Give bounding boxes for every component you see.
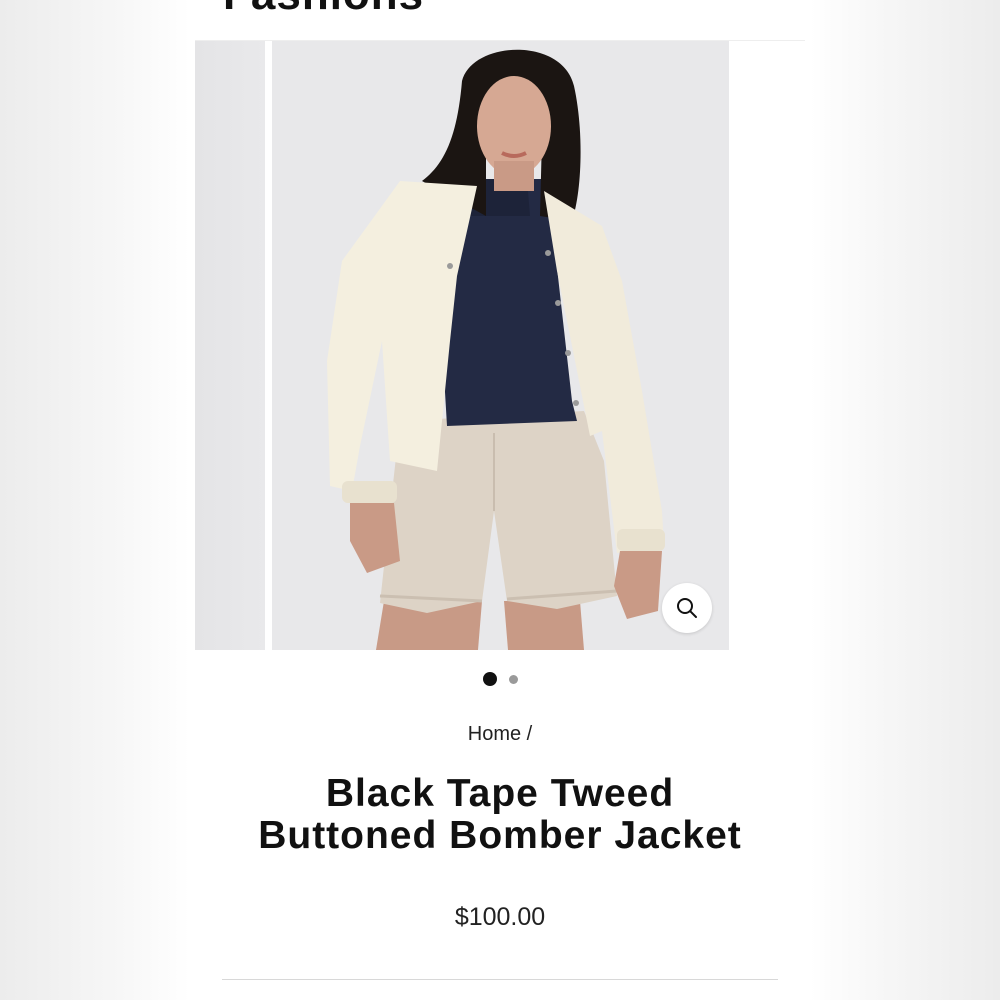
section-divider: [222, 979, 778, 980]
zoom-button[interactable]: [662, 583, 712, 633]
product-image-gallery[interactable]: [195, 41, 805, 650]
pagination-dot-active[interactable]: [482, 672, 497, 686]
product-page: Fashions: [195, 0, 805, 1000]
product-title-line-2: Buttoned Bomber Jacket: [258, 814, 742, 857]
site-header: Fashions: [195, 0, 805, 41]
pagination-dot-inactive[interactable]: [508, 674, 518, 684]
next-slide-peek[interactable]: [736, 41, 805, 650]
product-image[interactable]: [272, 41, 729, 650]
product-title: Black Tape Tweed Buttoned Bomber Jacket: [215, 773, 785, 857]
gallery-pagination: [195, 671, 805, 687]
breadcrumb-home-link[interactable]: Home: [468, 723, 521, 745]
breadcrumb: Home /: [195, 723, 805, 746]
previous-slide-peek[interactable]: [195, 41, 265, 650]
model-photo-illustration: [272, 41, 729, 650]
breadcrumb-separator: /: [526, 723, 533, 745]
magnifier-icon: [677, 598, 697, 618]
product-title-line-1: Black Tape Tweed: [325, 772, 675, 815]
product-price: $100.00: [454, 903, 546, 931]
store-name[interactable]: Fashions: [223, 0, 424, 20]
